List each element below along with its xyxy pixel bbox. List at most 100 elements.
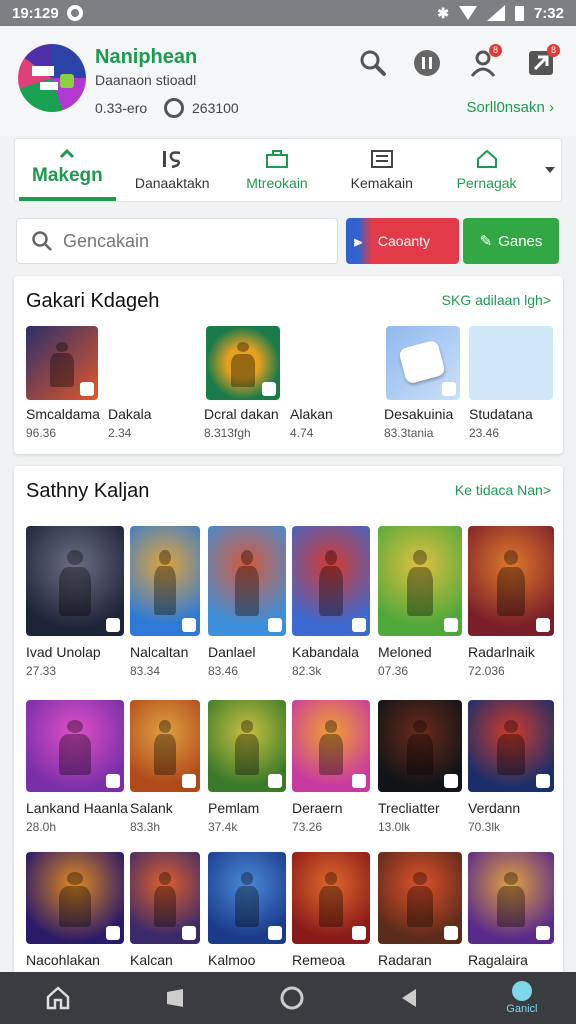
- square-icon: [167, 989, 184, 1007]
- game-meta: 13.0lk: [378, 820, 411, 834]
- nav-assistant-button[interactable]: Ganicl: [506, 981, 537, 1015]
- app-downloads: 263100: [192, 100, 239, 116]
- tab-kemakain[interactable]: Kemakain: [329, 139, 434, 201]
- search-icon[interactable]: [358, 48, 388, 78]
- inbox-icon[interactable]: 8: [526, 44, 560, 78]
- featured-item[interactable]: [386, 326, 460, 400]
- game-title: Radaran: [378, 952, 432, 968]
- section-title: Gakari Kdageh: [26, 290, 160, 312]
- game-meta: 83.3h: [130, 820, 161, 834]
- game-thumbnail: [378, 852, 462, 944]
- game-meta: 37.4k: [208, 820, 238, 834]
- controller-icon[interactable]: [412, 48, 442, 78]
- section-title: Sathny Kaljan: [26, 480, 150, 502]
- game-tile[interactable]: [130, 526, 200, 636]
- game-thumbnail: [292, 526, 370, 636]
- category-button[interactable]: ⫸ Caoanty: [346, 218, 459, 264]
- tab-danaaktakn[interactable]: Danaaktakn: [120, 139, 225, 201]
- games-button[interactable]: ✎ Ganes: [463, 218, 559, 264]
- game-thumbnail: [130, 526, 200, 636]
- search-input[interactable]: [63, 230, 313, 252]
- item-meta: 96.36: [26, 426, 57, 440]
- game-title: Ivad Unolap: [26, 644, 101, 660]
- featured-item[interactable]: [26, 326, 98, 400]
- game-tile[interactable]: [26, 700, 124, 792]
- featured-item[interactable]: [469, 326, 553, 400]
- section-see-all-link[interactable]: Ke tidaca Nan>: [455, 482, 551, 498]
- system-nav-bar: Ganicl: [0, 972, 576, 1024]
- search-bar[interactable]: [16, 218, 338, 264]
- home-button[interactable]: [38, 978, 78, 1018]
- chevron-up-icon: [60, 148, 75, 159]
- item-meta: 83.3tania: [384, 426, 434, 440]
- item-meta: 23.46: [469, 426, 500, 440]
- game-thumbnail: [468, 852, 554, 944]
- game-tile[interactable]: [292, 700, 370, 792]
- game-tile[interactable]: [378, 526, 462, 636]
- search-icon: [32, 231, 52, 251]
- status-time-left: 19:129: [12, 4, 59, 22]
- game-tile[interactable]: [468, 700, 554, 792]
- circle-home-button[interactable]: [272, 978, 312, 1018]
- game-tile[interactable]: [208, 852, 286, 944]
- game-tile[interactable]: [130, 852, 200, 944]
- game-title: Meloned: [378, 644, 432, 660]
- item-title: Desakuinia: [384, 406, 454, 422]
- item-title: Dcral dakan: [204, 406, 279, 422]
- game-title: Deraern: [292, 800, 343, 816]
- game-thumbnail: [378, 526, 462, 636]
- game-tile[interactable]: [130, 700, 200, 792]
- signal-icon: [486, 5, 505, 21]
- game-title: Nalcaltan: [130, 644, 189, 660]
- tab-pernagak[interactable]: Pernagak: [434, 139, 539, 201]
- games-grid-section: Sathny Kaljan Ke tidaca Nan> Ivad Unolap…: [14, 466, 563, 976]
- promo-link[interactable]: Sorll0nsakn ›: [466, 99, 554, 116]
- notification-dot-icon: [66, 5, 83, 21]
- game-tile[interactable]: [378, 852, 462, 944]
- tabs-more-button[interactable]: [539, 139, 561, 201]
- tab-makegn[interactable]: Makegn: [15, 139, 120, 201]
- game-tile[interactable]: [208, 526, 286, 636]
- game-tile[interactable]: [468, 852, 554, 944]
- featured-item[interactable]: [206, 326, 280, 400]
- game-meta: 07.36: [378, 664, 409, 678]
- game-thumbnail: [469, 326, 553, 400]
- chevron-down-icon: [544, 167, 555, 173]
- item-title: Dakala: [108, 406, 152, 422]
- battery-icon: [514, 5, 524, 21]
- game-meta: 28.0h: [26, 820, 57, 834]
- recents-button[interactable]: [155, 978, 195, 1018]
- tab-mtreokain[interactable]: Mtreokain: [225, 139, 330, 201]
- game-thumbnail: [292, 700, 370, 792]
- game-thumbnail: [208, 700, 286, 792]
- section-see-all-link[interactable]: SKG adilaan lgh>: [442, 292, 551, 308]
- item-title: Studatana: [469, 406, 533, 422]
- home-icon: [47, 986, 70, 1010]
- item-title: Smcaldama: [26, 406, 100, 422]
- filter-icon: ⫸: [354, 232, 362, 249]
- game-tile[interactable]: [378, 700, 462, 792]
- back-button[interactable]: [389, 978, 429, 1018]
- game-thumbnail: [130, 852, 200, 944]
- game-thumbnail: [208, 852, 286, 944]
- inbox-badge: 8: [547, 44, 560, 57]
- list-icon: [370, 150, 393, 168]
- game-meta: 83.34: [130, 664, 161, 678]
- game-tile[interactable]: [468, 526, 554, 636]
- game-meta: 83.46: [208, 664, 239, 678]
- game-tile[interactable]: [292, 852, 370, 944]
- profile-icon[interactable]: 8: [468, 44, 502, 78]
- app-avatar[interactable]: [18, 44, 86, 112]
- game-tile[interactable]: [26, 526, 124, 636]
- game-tile[interactable]: [26, 852, 124, 944]
- wifi-icon: [458, 6, 477, 20]
- home-icon: [476, 149, 497, 168]
- game-meta: 70.3lk: [468, 820, 501, 834]
- game-title: Kabandala: [292, 644, 359, 660]
- game-tile[interactable]: [292, 526, 370, 636]
- status-bar: 19:129 ✱ 7:32: [0, 0, 576, 26]
- game-title: Danlael: [208, 644, 256, 660]
- game-title: Lankand Haanla: [26, 800, 128, 816]
- game-tile[interactable]: [208, 700, 286, 792]
- game-thumbnail: [208, 526, 286, 636]
